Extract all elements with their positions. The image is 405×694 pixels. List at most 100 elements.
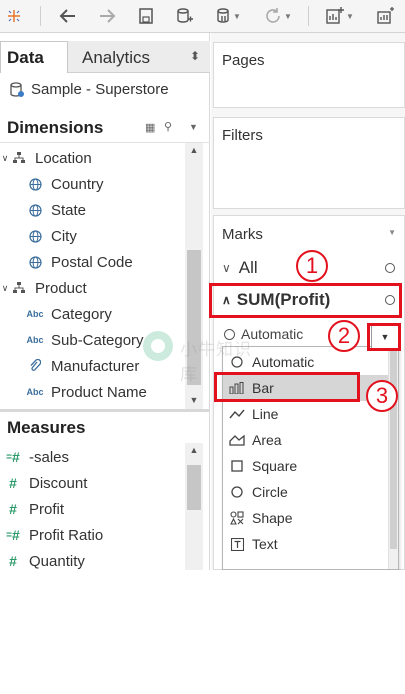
field-label: City: [51, 227, 77, 245]
mark-type-option-line[interactable]: Line: [223, 401, 389, 427]
option-label: Line: [252, 406, 279, 422]
scroll-up-icon[interactable]: ▲: [185, 445, 203, 455]
dimension-field[interactable]: Abc Sub-Category: [26, 328, 144, 352]
refresh-icon[interactable]: ▼: [258, 4, 298, 28]
hierarchy-icon: [10, 152, 28, 164]
field-label: -sales: [29, 448, 70, 466]
field-label: Product: [35, 279, 87, 297]
pane-splitter[interactable]: [0, 409, 210, 412]
dimension-field[interactable]: Abc Product Name: [26, 380, 147, 404]
search-icon[interactable]: ⚲: [164, 120, 172, 133]
step-3-badge: 3: [366, 380, 398, 412]
number-icon: #: [9, 553, 17, 569]
mark-type-option-square[interactable]: Square: [223, 453, 389, 479]
measure-field[interactable]: = # Profit Ratio: [4, 523, 103, 547]
field-label: Country: [51, 175, 104, 193]
mark-type-option-circle[interactable]: Circle: [223, 479, 389, 505]
circle-icon: [229, 485, 245, 499]
pause-updates-icon[interactable]: ▼: [210, 4, 246, 28]
field-label: Postal Code: [51, 253, 133, 271]
field-label: Category: [51, 305, 112, 323]
paperclip-icon: [26, 359, 44, 373]
watermark-logo: 小牛知识库: [140, 328, 260, 385]
measure-field[interactable]: # Discount: [4, 471, 87, 495]
mark-type-option-area[interactable]: Area: [223, 427, 389, 453]
field-label: Manufacturer: [51, 357, 140, 375]
mark-type-option-text[interactable]: Text: [223, 531, 389, 557]
filters-title: Filters: [222, 127, 263, 144]
new-worksheet-icon[interactable]: ▼: [322, 4, 358, 28]
chevron-down-icon[interactable]: ∨: [0, 283, 10, 294]
step-2-badge: 2: [328, 320, 360, 352]
pane-tabs: Data Analytics ⬍: [0, 41, 210, 73]
measures-scrollbar[interactable]: ▲: [185, 443, 203, 570]
view-toggle-icon[interactable]: ▦: [145, 121, 155, 134]
field-label: Quantity: [29, 552, 85, 570]
text-icon: [229, 537, 245, 551]
dimension-field[interactable]: City: [26, 224, 77, 248]
back-icon[interactable]: [56, 4, 80, 28]
field-label: Profit Ratio: [29, 526, 104, 544]
dimension-field[interactable]: Country: [26, 172, 104, 196]
dimension-field[interactable]: State: [26, 198, 86, 222]
option-label: Circle: [252, 484, 288, 500]
filters-shelf[interactable]: Filters: [213, 117, 405, 209]
mark-type-option-shape[interactable]: Shape: [223, 505, 389, 531]
forward-icon[interactable]: [95, 4, 119, 28]
tab-data[interactable]: Data: [0, 41, 68, 73]
circle-icon: [385, 263, 395, 273]
chevron-down-icon[interactable]: ▼: [388, 228, 396, 237]
tableau-window: ▼ ▼ ▼ Data Analytics ⬍ Sample - Supersto…: [0, 0, 405, 570]
abc-icon: Abc: [26, 335, 44, 345]
folder-item[interactable]: ∨ Location: [0, 146, 92, 170]
scrollbar-thumb[interactable]: [187, 465, 201, 510]
number-icon: #: [9, 475, 17, 491]
chevron-down-icon[interactable]: ▼: [284, 12, 292, 21]
field-label: Sub-Category: [51, 331, 144, 349]
highlight-dropdown-button: [367, 323, 401, 351]
sort-arrows-icon[interactable]: ⬍: [190, 49, 200, 63]
database-icon: [10, 81, 24, 97]
highlight-bar-option: [214, 372, 360, 402]
measure-field[interactable]: # Profit: [4, 497, 64, 521]
dimension-field[interactable]: Abc Category: [26, 302, 112, 326]
field-label: Product Name: [51, 383, 147, 401]
measures-header: Measures: [7, 418, 86, 437]
tab-analytics[interactable]: Analytics ⬍: [68, 41, 210, 72]
show-me-icon[interactable]: [372, 4, 398, 28]
watermark-icon: [143, 331, 173, 361]
scrollbar-thumb[interactable]: [390, 349, 397, 549]
field-label: Profit: [29, 500, 65, 518]
dimension-field[interactable]: Manufacturer: [26, 354, 139, 378]
option-label: Area: [252, 432, 282, 448]
number-icon: #: [9, 501, 17, 517]
new-datasource-icon[interactable]: [172, 4, 196, 28]
globe-icon: [26, 177, 44, 191]
field-label: Discount: [29, 474, 88, 492]
option-label: Text: [252, 536, 278, 552]
calc-measure-icon: = #: [6, 449, 20, 465]
folder-item[interactable]: ∨ Product: [0, 276, 87, 300]
marks-title: Marks: [222, 226, 263, 243]
pages-shelf[interactable]: Pages: [213, 42, 405, 108]
dropdown-scrollbar[interactable]: [388, 347, 398, 569]
toolbar-separator: [40, 6, 41, 26]
option-label: Square: [252, 458, 298, 474]
chevron-down-icon[interactable]: ▼: [346, 12, 354, 21]
chevron-down-icon[interactable]: ∨: [0, 153, 10, 164]
chevron-down-icon[interactable]: ▼: [233, 12, 241, 21]
measure-field[interactable]: # Quantity: [4, 549, 85, 570]
dimension-field[interactable]: Postal Code: [26, 250, 133, 274]
globe-icon: [26, 255, 44, 269]
measure-field[interactable]: = # -sales: [4, 445, 69, 469]
divider: [0, 142, 210, 143]
chevron-down-icon: ∨: [222, 261, 231, 275]
option-label: Automatic: [252, 354, 315, 370]
chevron-down-icon[interactable]: ▼: [189, 122, 198, 132]
tableau-logo-icon[interactable]: [2, 4, 26, 28]
scroll-up-icon[interactable]: ▲: [185, 145, 203, 155]
save-icon[interactable]: [135, 4, 157, 28]
scroll-down-icon[interactable]: ▼: [185, 395, 203, 405]
datasource-item[interactable]: Sample - Superstore: [10, 81, 169, 98]
field-label: Location: [35, 149, 92, 167]
